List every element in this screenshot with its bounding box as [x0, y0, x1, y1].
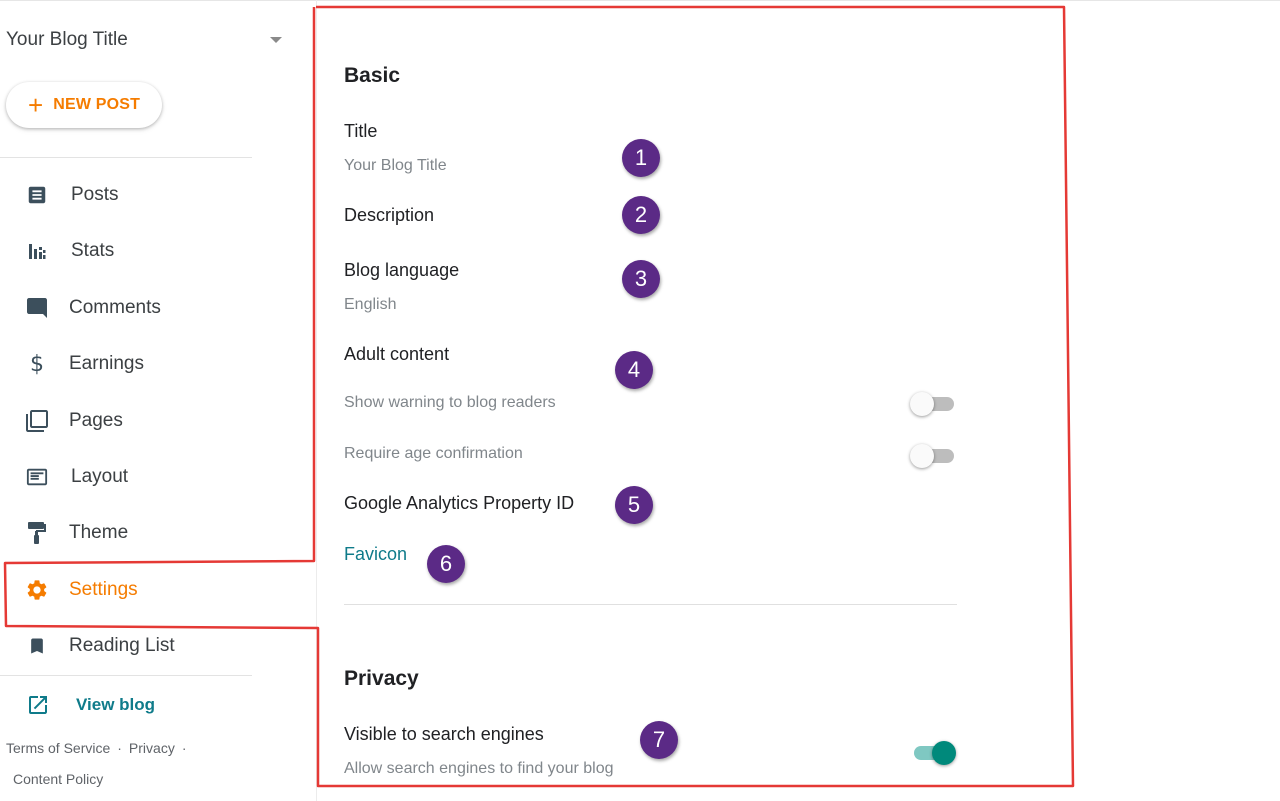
toggle-thumb — [910, 444, 934, 468]
posts-icon — [24, 182, 50, 208]
setting-language-label[interactable]: Blog language — [344, 260, 459, 281]
age-confirmation-toggle[interactable] — [910, 443, 958, 469]
sidebar-item-settings[interactable]: Settings — [0, 567, 316, 613]
new-post-label: NEW POST — [53, 96, 141, 113]
sidebar-item-label: Reading List — [69, 635, 175, 656]
blog-switcher[interactable]: Your Blog Title — [6, 26, 286, 54]
show-warning-label: Show warning to blog readers — [344, 394, 556, 411]
callout-badge-4: 4 — [615, 351, 653, 389]
gear-icon — [24, 577, 50, 603]
callout-badge-2: 2 — [622, 196, 660, 234]
visible-search-description: Allow search engines to find your blog — [344, 760, 614, 777]
setting-analytics-label[interactable]: Google Analytics Property ID — [344, 493, 574, 514]
terms-link[interactable]: Terms of Service — [6, 740, 110, 756]
callout-badge-6: 6 — [427, 545, 465, 583]
sidebar-item-earnings[interactable]: $ Earnings — [0, 341, 316, 387]
sidebar-item-label: Pages — [69, 410, 123, 431]
sidebar-item-pages[interactable]: Pages — [0, 398, 316, 444]
separator-dot: · — [117, 740, 122, 756]
age-confirmation-label: Require age confirmation — [344, 445, 523, 462]
callout-badge-3: 3 — [622, 260, 660, 298]
footer-links: Terms of Service · Privacy · Content Policy — [6, 740, 194, 787]
sidebar-item-layout[interactable]: Layout — [0, 454, 316, 500]
dollar-icon: $ — [30, 351, 44, 377]
setting-adult-content-label: Adult content — [344, 344, 450, 364]
sidebar-item-posts[interactable]: Posts — [0, 172, 316, 218]
sidebar-item-label: Posts — [71, 184, 119, 205]
bookmark-icon — [24, 633, 50, 659]
view-blog-link[interactable]: View blog — [0, 688, 252, 722]
show-warning-toggle[interactable] — [910, 391, 958, 417]
visible-search-label: Visible to search engines — [344, 724, 544, 744]
sidebar-item-label: Comments — [69, 297, 161, 318]
blog-switcher-title: Your Blog Title — [6, 29, 128, 50]
plus-icon: + — [28, 90, 44, 120]
sidebar: Your Blog Title + NEW POST Posts Stats C… — [0, 0, 316, 801]
section-divider — [344, 604, 957, 605]
new-post-button[interactable]: + NEW POST — [6, 82, 162, 128]
sidebar-border — [316, 0, 317, 801]
comments-icon — [24, 295, 50, 321]
sidebar-item-reading-list[interactable]: Reading List — [0, 623, 316, 669]
separator-dot: · — [181, 740, 187, 756]
visible-search-toggle[interactable] — [910, 740, 958, 766]
pages-icon — [24, 408, 50, 434]
privacy-link[interactable]: Privacy — [129, 740, 175, 756]
setting-description-label[interactable]: Description — [344, 205, 434, 226]
section-title-basic: Basic — [344, 64, 401, 87]
settings-panel: Basic Title Your Blog Title Description … — [344, 0, 964, 801]
sidebar-item-theme[interactable]: Theme — [0, 510, 316, 556]
favicon-link[interactable]: Favicon — [344, 544, 407, 565]
layout-icon — [24, 464, 50, 490]
content-policy-link[interactable]: Content Policy — [13, 771, 103, 787]
sidebar-item-stats[interactable]: Stats — [0, 228, 316, 274]
sidebar-item-label: Stats — [71, 240, 115, 261]
open-in-new-icon — [26, 693, 50, 722]
sidebar-divider — [0, 675, 252, 676]
sidebar-item-label: Settings — [69, 579, 138, 600]
stats-icon — [24, 238, 50, 264]
paint-roller-icon — [24, 520, 50, 546]
setting-title-value[interactable]: Your Blog Title — [344, 157, 447, 175]
sidebar-item-label: Layout — [71, 466, 129, 487]
sidebar-item-comments[interactable]: Comments — [0, 285, 316, 331]
view-blog-label: View blog — [76, 695, 156, 714]
callout-badge-5: 5 — [615, 486, 653, 524]
setting-language-value[interactable]: English — [344, 296, 396, 314]
sidebar-divider — [0, 157, 252, 158]
sidebar-item-label: Theme — [69, 522, 129, 543]
toggle-thumb — [932, 741, 956, 765]
section-title-privacy: Privacy — [344, 667, 419, 690]
setting-title-label[interactable]: Title — [344, 121, 377, 142]
toggle-thumb — [910, 392, 934, 416]
callout-badge-1: 1 — [622, 139, 660, 177]
callout-badge-7: 7 — [640, 721, 678, 759]
sidebar-item-label: Earnings — [69, 353, 144, 374]
dropdown-caret-icon[interactable] — [270, 37, 282, 43]
